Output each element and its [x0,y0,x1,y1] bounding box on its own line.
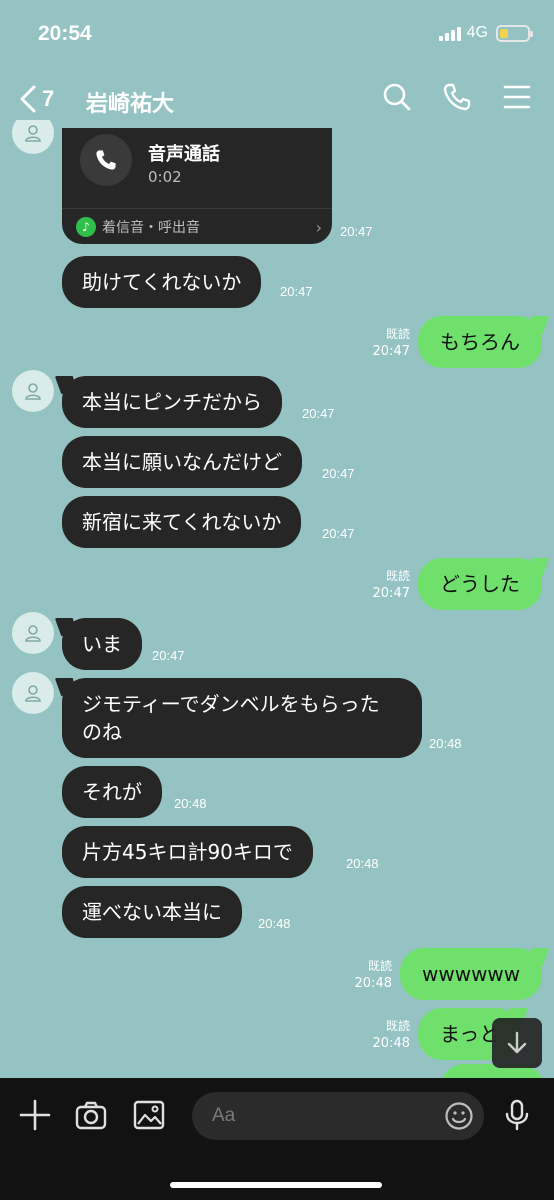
avatar[interactable] [12,612,54,654]
signal-icon [438,25,461,41]
home-indicator [170,1182,382,1188]
message-time: 20:47 [152,648,185,663]
message-time: 20:47 [322,466,355,481]
message-bubble-received[interactable]: 本当にピンチだから [62,376,282,428]
read-receipt: 既読 20:47 [372,327,410,359]
message-bubble-received[interactable]: 運べない本当に [62,886,242,938]
message-time: 20:47 [302,406,335,421]
message-bubble-received[interactable]: いま [62,618,142,670]
camera-icon[interactable] [74,1098,108,1132]
scroll-to-bottom-button[interactable] [492,1018,542,1068]
status-bar: 20:54 4G [0,0,554,70]
message-bubble-received[interactable]: 助けてくれないか [62,256,262,308]
ringtone-label: 着信音・呼出音 [102,220,200,236]
battery-icon [496,24,533,42]
chevron-left-icon [20,85,36,113]
music-icon: ♪ [76,217,96,237]
search-icon[interactable] [382,82,412,112]
phone-icon[interactable] [442,82,472,112]
avatar[interactable] [12,672,54,714]
message-time: 20:48 [174,796,207,811]
back-button[interactable]: 7 [18,84,54,114]
message-time: 20:48 [429,736,462,751]
status-time: 20:54 [38,22,92,45]
message-input-container[interactable] [192,1092,484,1140]
message-time: 20:47 [322,526,355,541]
message-bubble-received[interactable]: 新宿に来てくれないか [62,496,302,548]
message-line: ジモティーでダンベルをもらった [82,692,380,716]
chevron-right-icon: › [315,217,322,237]
message-time: 20:48 [258,916,291,931]
status-indicators: 4G [438,24,533,42]
message-time: 20:47 [280,284,313,299]
message-line: のね [82,720,122,744]
read-receipt: 既読 20:47 [372,569,410,601]
call-duration: 0:02 [148,168,182,186]
image-icon[interactable] [132,1098,166,1132]
avatar[interactable] [12,120,54,154]
message-time: 20:48 [346,856,379,871]
user-icon [25,685,41,702]
phone-icon [80,134,132,186]
read-receipt: 既読 20:48 [372,1019,410,1051]
message-bubble-received[interactable]: それが [62,766,162,818]
message-bubble-sent[interactable]: どうした [418,558,542,610]
voice-call-card[interactable]: 音声通話 0:02 ♪ 着信音・呼出音 › [62,128,332,244]
chat-title: 岩崎祐大 [86,92,175,117]
message-input[interactable] [212,1102,432,1130]
plus-icon[interactable] [18,1098,52,1132]
avatar[interactable] [12,370,54,412]
user-icon [25,383,41,400]
user-icon [25,125,41,142]
unread-count: 7 [42,86,55,111]
chat-area[interactable]: 音声通話 0:02 ♪ 着信音・呼出音 › 20:47 助けてくれないか 20:… [0,120,554,1078]
arrow-down-icon [507,1031,527,1054]
menu-icon[interactable] [502,82,532,112]
message-time: 20:47 [340,224,373,239]
message-bubble-sent[interactable]: もちろん [418,316,542,368]
read-receipt: 既読 20:48 [354,959,392,991]
user-icon [25,625,41,642]
call-title: 音声通話 [148,144,220,165]
message-bubble-received[interactable]: 本当に願いなんだけど [62,436,302,488]
message-bubble-sent[interactable]: wwwwww [400,948,543,1000]
emoji-icon[interactable] [444,1101,474,1131]
message-bubble-received[interactable]: 片方45キロ計90キロで [62,826,313,878]
network-label: 4G [466,24,488,41]
ringtone-link[interactable]: ♪ 着信音・呼出音 › [76,212,322,242]
microphone-icon[interactable] [500,1098,534,1132]
message-bubble-received[interactable]: ジモティーでダンベルをもらった のね [62,678,422,758]
divider [62,208,332,209]
